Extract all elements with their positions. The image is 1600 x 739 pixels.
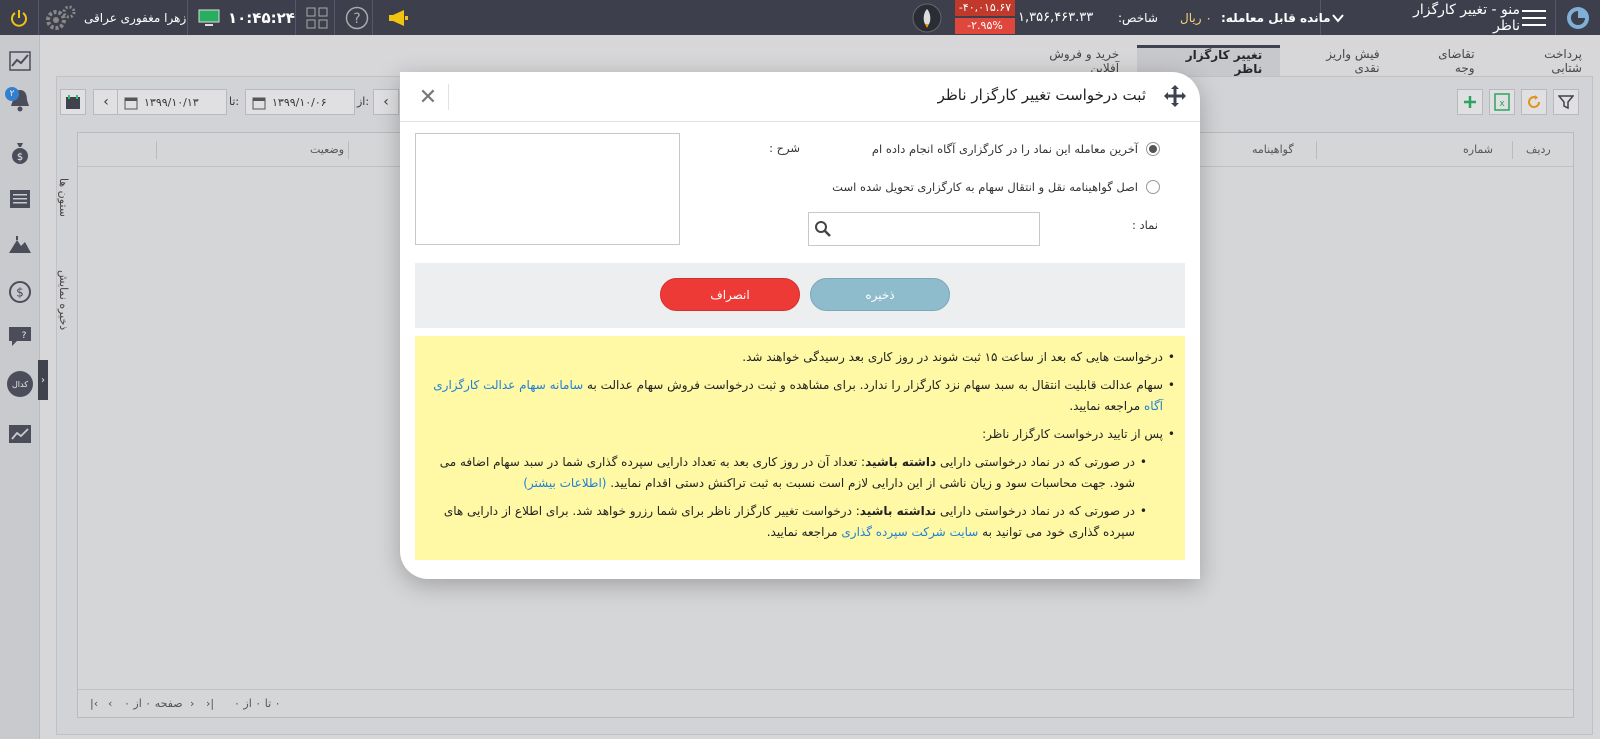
radio-last-trade-circle[interactable] xyxy=(1146,142,1160,156)
note-4-text: در صورتی که در نماد درخواستی دارایی xyxy=(939,455,1135,469)
layout-grid-icon[interactable] xyxy=(306,0,328,35)
note-5-bold: نداشته باشید xyxy=(859,504,937,518)
note-subitem: در صورتی که در نماد درخواستی دارایی نداش… xyxy=(425,501,1175,543)
note-5-end: مراجعه نمایید. xyxy=(766,525,838,539)
user-name[interactable]: زهرا مغفوری عراقی xyxy=(84,0,186,35)
svg-text:?: ? xyxy=(353,11,360,27)
note-2-end: مراجعه نمایید. xyxy=(1069,399,1141,413)
index-change-badge: -۴۰,۰۱۵.۶۷ -۲.۹۵% xyxy=(955,0,1015,35)
balance-label: مانده قابل معامله: xyxy=(1221,10,1331,25)
note-2-text: سهام عدالت قابلیت انتقال به سبد سهام نزد… xyxy=(587,378,1163,392)
logo-icon[interactable] xyxy=(1565,0,1591,35)
menu-title[interactable]: منو - تغییر کارگزار ناظر xyxy=(1392,0,1520,35)
index-value: ۱,۳۵۶,۴۶۳.۳۳ xyxy=(1018,10,1094,25)
help-icon[interactable]: ? xyxy=(345,0,369,35)
settings-gear-icon[interactable] xyxy=(44,0,78,35)
more-info-link[interactable]: (اطلاعات بیشتر) xyxy=(523,476,606,490)
radio-last-trade[interactable]: آخرین معامله این نماد را در کارگزاری آگا… xyxy=(872,140,1160,158)
index-change: -۴۰,۰۱۵.۶۷ xyxy=(955,0,1015,16)
chevron-down-icon[interactable] xyxy=(1330,0,1346,35)
search-icon[interactable] xyxy=(814,220,832,238)
megaphone-icon[interactable] xyxy=(387,0,409,35)
hamburger-menu-icon[interactable] xyxy=(1522,0,1546,35)
dialog-title: ثبت درخواست تغییر کارگزار ناظر xyxy=(937,86,1146,104)
balance-value: ۰ ریال xyxy=(1180,10,1212,25)
rocket-icon[interactable] xyxy=(912,0,942,35)
note-item: سهام عدالت قابلیت انتقال به سبد سهام نزد… xyxy=(425,375,1175,417)
index-label: شاخص: xyxy=(1118,10,1158,25)
note-4-bold: داشته باشید xyxy=(865,455,937,469)
dialog-header: ثبت درخواست تغییر کارگزار ناظر ✕ xyxy=(400,72,1200,122)
depository-site-link[interactable]: سایت شرکت سپرده گذاری xyxy=(841,525,978,539)
cancel-button[interactable]: انصراف xyxy=(660,278,800,311)
close-icon[interactable]: ✕ xyxy=(415,84,441,110)
note-1-text: درخواست هایی که بعد از ساعت ۱۵ ثبت شوند … xyxy=(742,350,1163,364)
radio-last-trade-label: آخرین معامله این نماد را در کارگزاری آگا… xyxy=(871,142,1138,156)
radio-certificate-delivered[interactable]: اصل گواهینامه نقل و انتقال سهام به کارگز… xyxy=(832,178,1160,196)
top-bar: منو - تغییر کارگزار ناظر مانده قابل معام… xyxy=(0,0,1600,35)
notes-box: درخواست هایی که بعد از ساعت ۱۵ ثبت شوند … xyxy=(415,336,1185,560)
change-broker-dialog: ثبت درخواست تغییر کارگزار ناظر ✕ آخرین م… xyxy=(400,72,1200,579)
dialog-actions: ذخیره انصراف xyxy=(415,263,1185,328)
radio-certificate-circle[interactable] xyxy=(1146,180,1160,194)
note-subitem: در صورتی که در نماد درخواستی دارایی داشت… xyxy=(425,452,1175,494)
save-button[interactable]: ذخیره xyxy=(810,278,950,311)
symbol-label: نماد : xyxy=(1131,218,1158,232)
description-label: شرح : xyxy=(769,141,800,155)
note-item: درخواست هایی که بعد از ساعت ۱۵ ثبت شوند … xyxy=(425,347,1175,368)
clock: ۱۰:۴۵:۲۴ xyxy=(228,8,295,27)
monitor-icon xyxy=(198,0,220,35)
power-icon[interactable] xyxy=(10,0,28,35)
symbol-input[interactable] xyxy=(808,212,1040,246)
description-textarea[interactable] xyxy=(415,133,680,245)
radio-certificate-label: اصل گواهینامه نقل و انتقال سهام به کارگز… xyxy=(832,180,1138,194)
index-percent: -۲.۹۵% xyxy=(955,18,1015,34)
move-icon[interactable] xyxy=(1162,83,1188,109)
note-item: پس از تایید درخواست کارگزار ناظر: xyxy=(425,424,1175,445)
note-5-text: در صورتی که در نماد درخواستی دارایی xyxy=(939,504,1135,518)
note-3-text: پس از تایید درخواست کارگزار ناظر: xyxy=(982,427,1163,441)
